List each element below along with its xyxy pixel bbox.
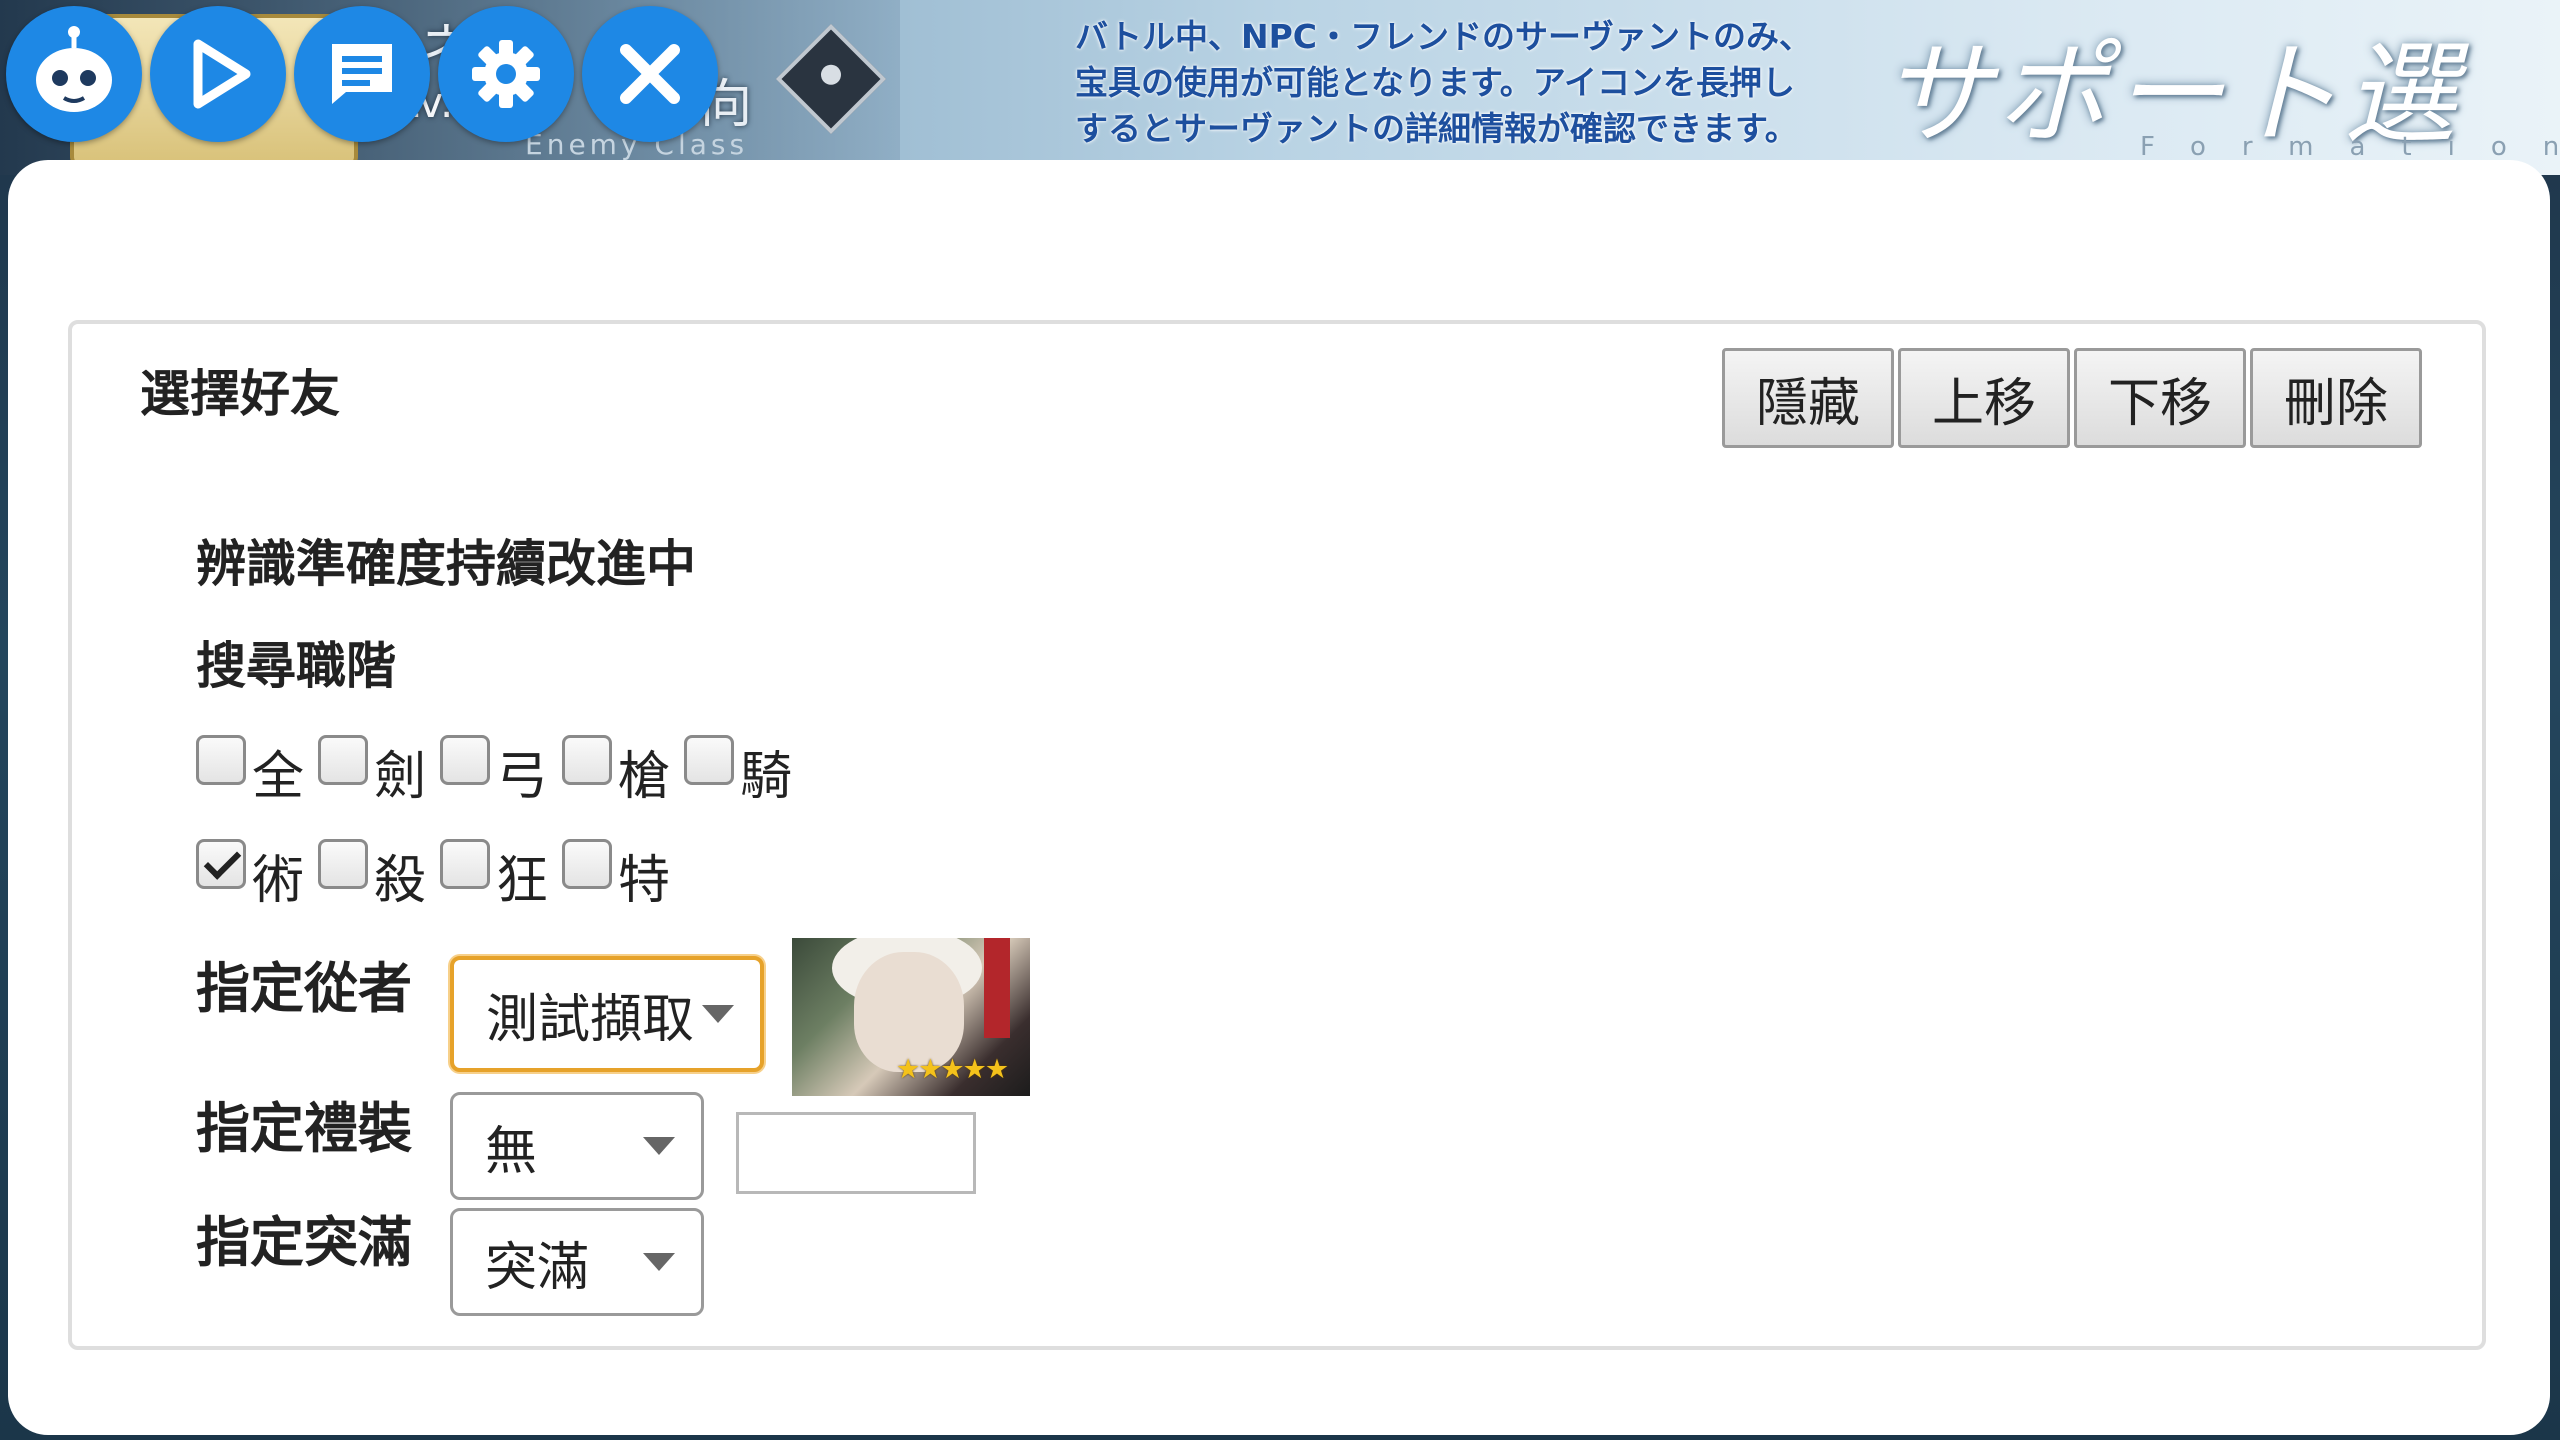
class-label: 弓 <box>496 747 549 807</box>
class-option-all[interactable]: 全 <box>196 734 304 809</box>
servant-select-value: 測試擷取 <box>486 989 695 1050</box>
limit-break-select-value: 突滿 <box>485 1237 590 1298</box>
class-checkbox[interactable] <box>440 838 491 889</box>
screen-subtitle: Formation <box>2140 132 2560 162</box>
servant-ribbon <box>984 938 1010 1038</box>
class-checkbox-row: 術 殺 狂 特 <box>196 838 684 913</box>
limit-break-select[interactable]: 突滿 <box>450 1208 704 1316</box>
craft-essence-select-value: 無 <box>485 1121 538 1182</box>
section-title: 選擇好友 <box>140 365 340 423</box>
accuracy-note: 辨識準確度持續改進中 <box>196 535 696 593</box>
class-checkbox[interactable] <box>562 734 613 785</box>
class-checkbox[interactable] <box>318 734 369 785</box>
class-checkbox[interactable] <box>440 734 491 785</box>
chevron-down-icon <box>702 1005 734 1023</box>
class-label: 槍 <box>618 747 671 807</box>
class-option-lancer[interactable]: 槍 <box>562 734 670 809</box>
close-icon <box>620 44 680 104</box>
servant-thumbnail: ★★★★★ <box>792 938 1030 1096</box>
class-option-archer[interactable]: 弓 <box>440 734 548 809</box>
class-checkbox[interactable] <box>562 838 613 889</box>
select-friend-group: 選擇好友 隱藏 上移 下移 刪除 辨識準確度持續改進中 搜尋職階 全 劍 弓 槍… <box>68 320 2486 1350</box>
action-buttons: 隱藏 上移 下移 刪除 <box>1718 348 2422 448</box>
delete-button[interactable]: 刪除 <box>2250 348 2422 448</box>
move-up-button[interactable]: 上移 <box>1898 348 2070 448</box>
move-down-button[interactable]: 下移 <box>2074 348 2246 448</box>
message-button[interactable] <box>294 6 430 142</box>
servant-select[interactable]: 測試擷取 <box>450 956 764 1072</box>
play-button[interactable] <box>150 6 286 142</box>
class-label: 特 <box>618 851 671 911</box>
class-label: 劍 <box>374 747 427 807</box>
class-label: 騎 <box>740 747 793 807</box>
class-checkbox-checked[interactable] <box>196 838 246 889</box>
close-button[interactable] <box>582 6 718 142</box>
class-label: 術 <box>252 851 305 911</box>
notice-line: するとサーヴァントの詳細情報が確認できます。 <box>1075 109 1798 148</box>
craft-essence-input[interactable] <box>736 1112 976 1194</box>
search-class-label: 搜尋職階 <box>196 637 396 695</box>
class-option-extra[interactable]: 特 <box>562 838 670 913</box>
message-icon <box>332 44 392 104</box>
class-option-assassin[interactable]: 殺 <box>318 838 426 913</box>
class-checkbox[interactable] <box>196 734 246 785</box>
class-checkbox-row: 全 劍 弓 槍 騎 <box>196 734 806 809</box>
class-option-caster[interactable]: 術 <box>196 838 304 913</box>
class-checkbox[interactable] <box>684 734 735 785</box>
servant-label: 指定從者 <box>196 957 412 1020</box>
class-label: 狂 <box>496 851 549 911</box>
craft-essence-select[interactable]: 無 <box>450 1092 704 1200</box>
floating-toolbar <box>6 6 726 142</box>
chevron-down-icon <box>643 1253 675 1271</box>
class-label: 殺 <box>374 851 427 911</box>
gear-icon <box>472 40 540 108</box>
craft-essence-label: 指定禮裝 <box>196 1097 412 1160</box>
notice-line: バトル中、NPC・フレンドのサーヴァントのみ、 <box>1075 17 1813 56</box>
rarity-stars: ★★★★★ <box>896 1054 1009 1085</box>
support-notice: バトル中、NPC・フレンドのサーヴァントのみ、 宝具の使用が可能となります。アイ… <box>1075 14 1812 152</box>
robot-icon <box>36 26 112 112</box>
class-option-berserker[interactable]: 狂 <box>440 838 548 913</box>
hide-button[interactable]: 隱藏 <box>1722 348 1894 448</box>
settings-panel: 選擇好友 隱藏 上移 下移 刪除 辨識準確度持續改進中 搜尋職階 全 劍 弓 槍… <box>8 160 2550 1435</box>
class-option-saber[interactable]: 劍 <box>318 734 426 809</box>
robot-button[interactable] <box>6 6 142 142</box>
play-icon <box>193 39 251 109</box>
settings-button[interactable] <box>438 6 574 142</box>
class-option-rider[interactable]: 騎 <box>684 734 792 809</box>
chevron-down-icon <box>643 1137 675 1155</box>
limit-break-label: 指定突滿 <box>196 1211 412 1274</box>
notice-line: 宝具の使用が可能となります。アイコンを長押し <box>1075 63 1796 102</box>
class-checkbox[interactable] <box>318 838 369 889</box>
class-label: 全 <box>252 747 305 807</box>
